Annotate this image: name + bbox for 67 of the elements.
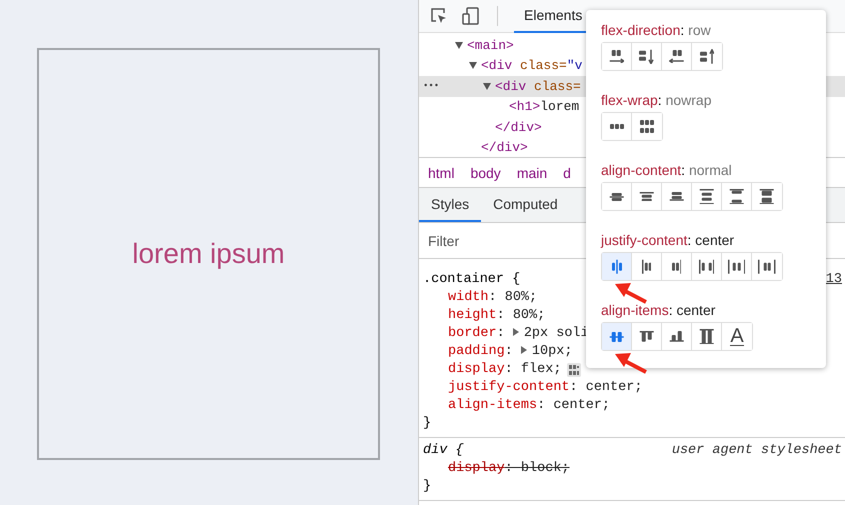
css-declaration: width: 80%;	[448, 289, 538, 307]
align-content-icon	[608, 192, 624, 200]
option-button[interactable]	[602, 113, 632, 140]
direction-icon	[700, 48, 714, 64]
breadcrumb[interactable]: html	[428, 164, 454, 180]
rule-source[interactable]: 13	[826, 271, 842, 289]
dom-node[interactable]: <main>	[467, 38, 514, 53]
property-label: flex-wrap: nowrap	[601, 92, 712, 108]
option-button[interactable]	[602, 183, 632, 210]
css-declaration: height: 80%;	[448, 307, 546, 325]
option-button[interactable]	[602, 253, 632, 280]
align-content-icon	[759, 188, 775, 204]
breadcrumb[interactable]: body	[470, 164, 501, 180]
css-declaration: justify-content: center;	[448, 379, 642, 397]
panel-tab[interactable]: Styles	[419, 188, 482, 222]
annotation-arrow	[615, 353, 647, 374]
justify-icon	[612, 258, 622, 274]
direction-icon	[668, 50, 684, 64]
wrap-icon	[640, 120, 654, 133]
option-button[interactable]	[602, 323, 632, 350]
direction-icon	[639, 48, 654, 64]
align-content-icon	[668, 192, 684, 201]
panel-tab[interactable]: Computed	[481, 188, 570, 222]
annotation-arrow	[615, 283, 647, 304]
justify-icon	[728, 258, 746, 274]
property-label: align-content: normal	[601, 162, 733, 178]
justify-icon	[642, 258, 652, 274]
wrap-icon	[610, 124, 624, 129]
breadcrumb[interactable]: main	[516, 164, 548, 180]
selected-marker: •••	[423, 81, 440, 92]
justify-icon	[758, 258, 776, 274]
justify-icon	[672, 258, 682, 274]
rule-source: user agent stylesheet	[672, 442, 842, 460]
css-declaration: display: block;	[448, 460, 570, 478]
device-icon[interactable]	[461, 6, 481, 26]
dom-node[interactable]: <div class="v	[481, 58, 582, 74]
align-items-icon	[698, 328, 714, 344]
property-label: align-items: center	[601, 302, 716, 318]
dom-node[interactable]: <div class=	[495, 78, 581, 94]
expand-triangle-icon[interactable]	[483, 82, 491, 90]
css-declaration: padding: 10px;	[448, 343, 572, 361]
option-button[interactable]	[602, 43, 632, 70]
closing-tag: </div>	[481, 140, 528, 156]
dom-node[interactable]: <h1>lorem	[509, 99, 580, 114]
align-content-icon	[698, 188, 714, 204]
flexbox-editor-icon[interactable]	[567, 363, 582, 377]
align-items-icon	[608, 332, 624, 342]
align-content-icon	[638, 192, 654, 202]
closing-brace: }	[423, 478, 432, 496]
property-label: justify-content: center	[601, 232, 736, 248]
css-declaration: display: flex;	[448, 361, 562, 379]
closing-tag: </div>	[495, 120, 542, 135]
breadcrumb[interactable]: d	[563, 164, 571, 180]
align-items-icon	[638, 331, 654, 342]
align-items-icon	[668, 331, 684, 342]
property-label: flex-direction: row	[601, 22, 712, 38]
css-declaration: border: 2px soli	[448, 325, 589, 343]
css-declaration: align-items: center;	[448, 397, 610, 415]
expand-triangle-icon[interactable]	[455, 42, 463, 49]
css-selector: .container {	[423, 271, 520, 289]
expand-triangle-icon[interactable]	[469, 62, 477, 70]
direction-icon	[608, 50, 624, 64]
heading: lorem ipsum	[132, 238, 285, 270]
justify-icon	[698, 258, 714, 274]
closing-brace: }	[423, 415, 432, 433]
css-selector: div {	[423, 442, 464, 460]
align-content-icon	[728, 188, 744, 204]
